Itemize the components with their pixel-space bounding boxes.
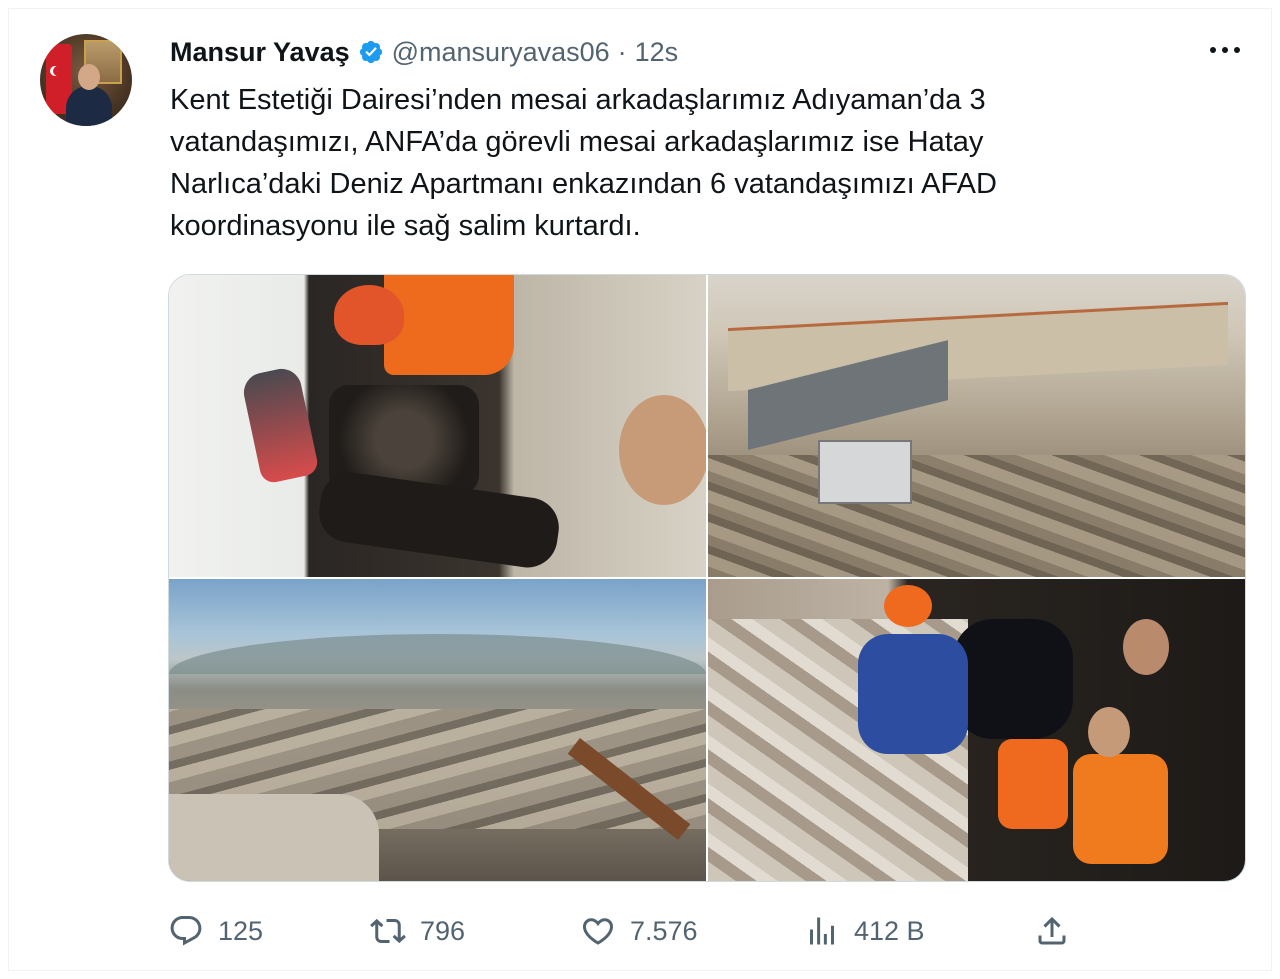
tweet-text-line: vatandaşımızı, ANFA’da görevli mesai ark… xyxy=(170,126,984,158)
arm-graphic xyxy=(315,468,563,572)
ac-unit-graphic xyxy=(818,440,912,504)
hills-graphic xyxy=(169,634,706,674)
avatar[interactable] xyxy=(40,34,132,126)
more-dot xyxy=(1222,47,1228,53)
share-icon xyxy=(1038,916,1066,945)
head-graphic xyxy=(619,395,706,505)
like-button[interactable]: 7.576 xyxy=(580,906,698,956)
tweet-text: Kent Estetiği Dairesi’nden mesai arkadaş… xyxy=(170,79,1170,247)
heart-icon xyxy=(582,918,614,945)
separator-dot: · xyxy=(617,36,627,67)
glove-graphic xyxy=(240,365,320,485)
wall-graphic xyxy=(169,794,379,881)
photo-rescue-hand[interactable] xyxy=(169,275,706,577)
photo-town-ruins[interactable] xyxy=(169,579,706,881)
media-grid xyxy=(168,274,1246,882)
person-graphic xyxy=(66,86,112,126)
reply-count: 125 xyxy=(218,915,264,946)
tweet-text-line: koordinasyonu ile sağ salim kurtardı. xyxy=(170,210,641,242)
helmet-graphic xyxy=(334,285,404,345)
debris-graphic xyxy=(708,455,1245,577)
author-name[interactable]: Mansur Yavaş xyxy=(170,37,350,68)
face-graphic xyxy=(1088,707,1130,757)
verified-badge-icon xyxy=(359,40,382,64)
more-dot xyxy=(1234,47,1240,53)
helmet-graphic xyxy=(884,585,932,627)
reply-icon xyxy=(170,916,202,946)
person-head-graphic xyxy=(78,64,100,90)
orange-vest-graphic xyxy=(998,739,1068,829)
tweet-header: Mansur Yavaş @mansuryavas06 · 12s xyxy=(170,30,678,74)
tweet-text-line: Narlıca’daki Deniz Apartmanı enkazından … xyxy=(170,168,997,200)
blue-uniform-graphic xyxy=(858,634,968,754)
views-button[interactable]: 412 B xyxy=(804,906,925,956)
action-bar: 125 796 7.576 412 B xyxy=(168,906,1248,956)
photo-collapsed-building[interactable] xyxy=(708,275,1245,577)
more-icon[interactable] xyxy=(1210,38,1240,62)
more-dot xyxy=(1210,47,1216,53)
reply-button[interactable]: 125 xyxy=(168,906,263,956)
tweet-text-line: Kent Estetiği Dairesi’nden mesai arkadaş… xyxy=(170,84,986,116)
views-icon xyxy=(810,917,834,945)
like-count: 7.576 xyxy=(630,915,698,946)
face-graphic xyxy=(1123,619,1169,675)
retweet-count: 796 xyxy=(420,915,466,946)
timestamp[interactable]: 12s xyxy=(635,37,679,68)
dark-jacket-graphic xyxy=(953,619,1073,739)
retweet-icon xyxy=(370,918,406,944)
author-handle[interactable]: @mansuryavas06 xyxy=(392,37,610,68)
retweet-button[interactable]: 796 xyxy=(370,906,465,956)
photo-rescue-workers[interactable] xyxy=(708,579,1245,881)
views-count: 412 B xyxy=(854,915,925,946)
share-button[interactable] xyxy=(1034,906,1070,956)
orange-vest-graphic xyxy=(1073,754,1168,864)
